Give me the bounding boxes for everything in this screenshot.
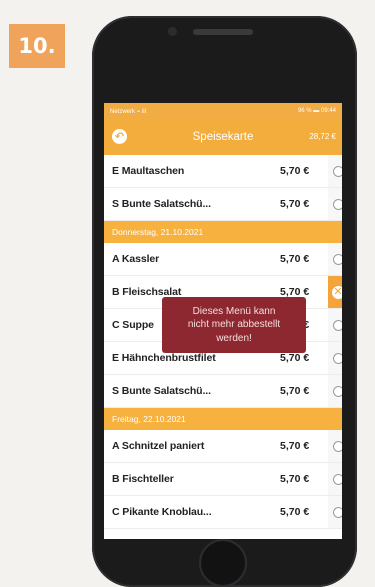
menu-item-price: 5,70 € [280, 506, 310, 518]
menu-item-price: 5,70 € [280, 198, 310, 210]
app-bar: ↶ Speisekarte 28,72 € [104, 119, 342, 155]
status-bar: Netzwerk ⌁ ill 96 % ▬ 09:44 [104, 103, 342, 119]
cancel-order-button[interactable]: ✕ [328, 276, 342, 308]
radio-button[interactable] [332, 440, 342, 452]
error-toast: Dieses Menü kann nicht mehr abbestellt w… [162, 297, 306, 353]
select-cell[interactable] [328, 496, 342, 528]
day-header: Freitag, 22.10.2021 [104, 408, 342, 430]
menu-item-name: S Bunte Salatschü... [112, 198, 211, 210]
select-cell[interactable] [328, 188, 342, 220]
menu-item-name: B Fischteller [112, 473, 174, 485]
menu-item-price: 5,70 € [280, 385, 310, 397]
menu-item-name: C Pikante Knoblau... [112, 506, 212, 518]
menu-item-name: A Schnitzel paniert [112, 440, 205, 452]
menu-item-row[interactable]: A Kassler 5,70 € [104, 243, 342, 276]
select-cell[interactable] [328, 430, 342, 462]
menu-item-row[interactable]: A Schnitzel paniert 5,70 € [104, 430, 342, 463]
menu-item-name: E Maultaschen [112, 165, 185, 177]
status-right: 96 % ▬ 09:44 [297, 108, 336, 114]
select-cell[interactable] [328, 463, 342, 495]
radio-button[interactable] [332, 473, 342, 485]
menu-item-price: 5,70 € [280, 440, 310, 452]
radio-button[interactable] [332, 506, 342, 518]
select-cell[interactable] [328, 243, 342, 275]
phone-frame: Netzwerk ⌁ ill 96 % ▬ 09:44 ↶ Speisekart… [92, 16, 357, 587]
radio-button[interactable] [332, 319, 342, 331]
earpiece-speaker [193, 29, 253, 35]
menu-item-row[interactable]: S Bunte Salatschü... 5,70 € [104, 188, 342, 221]
radio-button[interactable] [332, 352, 342, 364]
balance-label: 28,72 € [309, 132, 336, 141]
radio-button[interactable] [332, 385, 342, 397]
menu-item-name: C Suppe [112, 319, 154, 331]
select-cell[interactable] [328, 155, 342, 187]
menu-item-row[interactable]: S Bunte Salatschü... 5,70 € [104, 375, 342, 408]
select-cell[interactable] [328, 309, 342, 341]
close-icon: ✕ [331, 285, 342, 299]
step-number-badge: 10. [9, 24, 65, 68]
day-header: Donnerstag, 21.10.2021 [104, 221, 342, 243]
page-title: Speisekarte [192, 131, 254, 143]
select-cell[interactable] [328, 375, 342, 407]
app-screen: Netzwerk ⌁ ill 96 % ▬ 09:44 ↶ Speisekart… [104, 103, 342, 539]
menu-item-name: S Bunte Salatschü... [112, 385, 211, 397]
menu-item-row[interactable]: C Pikante Knoblau... 5,70 € [104, 496, 342, 529]
radio-button[interactable] [332, 165, 342, 177]
select-cell[interactable] [328, 342, 342, 374]
radio-button[interactable] [332, 253, 342, 265]
status-left: Netzwerk ⌁ ill [110, 108, 146, 115]
back-arrow-icon[interactable]: ↶ [112, 129, 127, 144]
menu-item-name: A Kassler [112, 253, 160, 265]
menu-item-price: 5,70 € [280, 165, 310, 177]
radio-button[interactable] [332, 198, 342, 210]
home-button[interactable] [199, 539, 247, 587]
menu-item-price: 5,70 € [280, 352, 310, 364]
front-camera [168, 27, 177, 36]
menu-item-row[interactable]: B Fischteller 5,70 € [104, 463, 342, 496]
menu-item-row[interactable]: E Maultaschen 5,70 € [104, 155, 342, 188]
menu-item-price: 5,70 € [280, 473, 310, 485]
menu-item-name: E Hähnchenbrustfilet [112, 352, 216, 364]
menu-item-price: 5,70 € [280, 253, 310, 265]
